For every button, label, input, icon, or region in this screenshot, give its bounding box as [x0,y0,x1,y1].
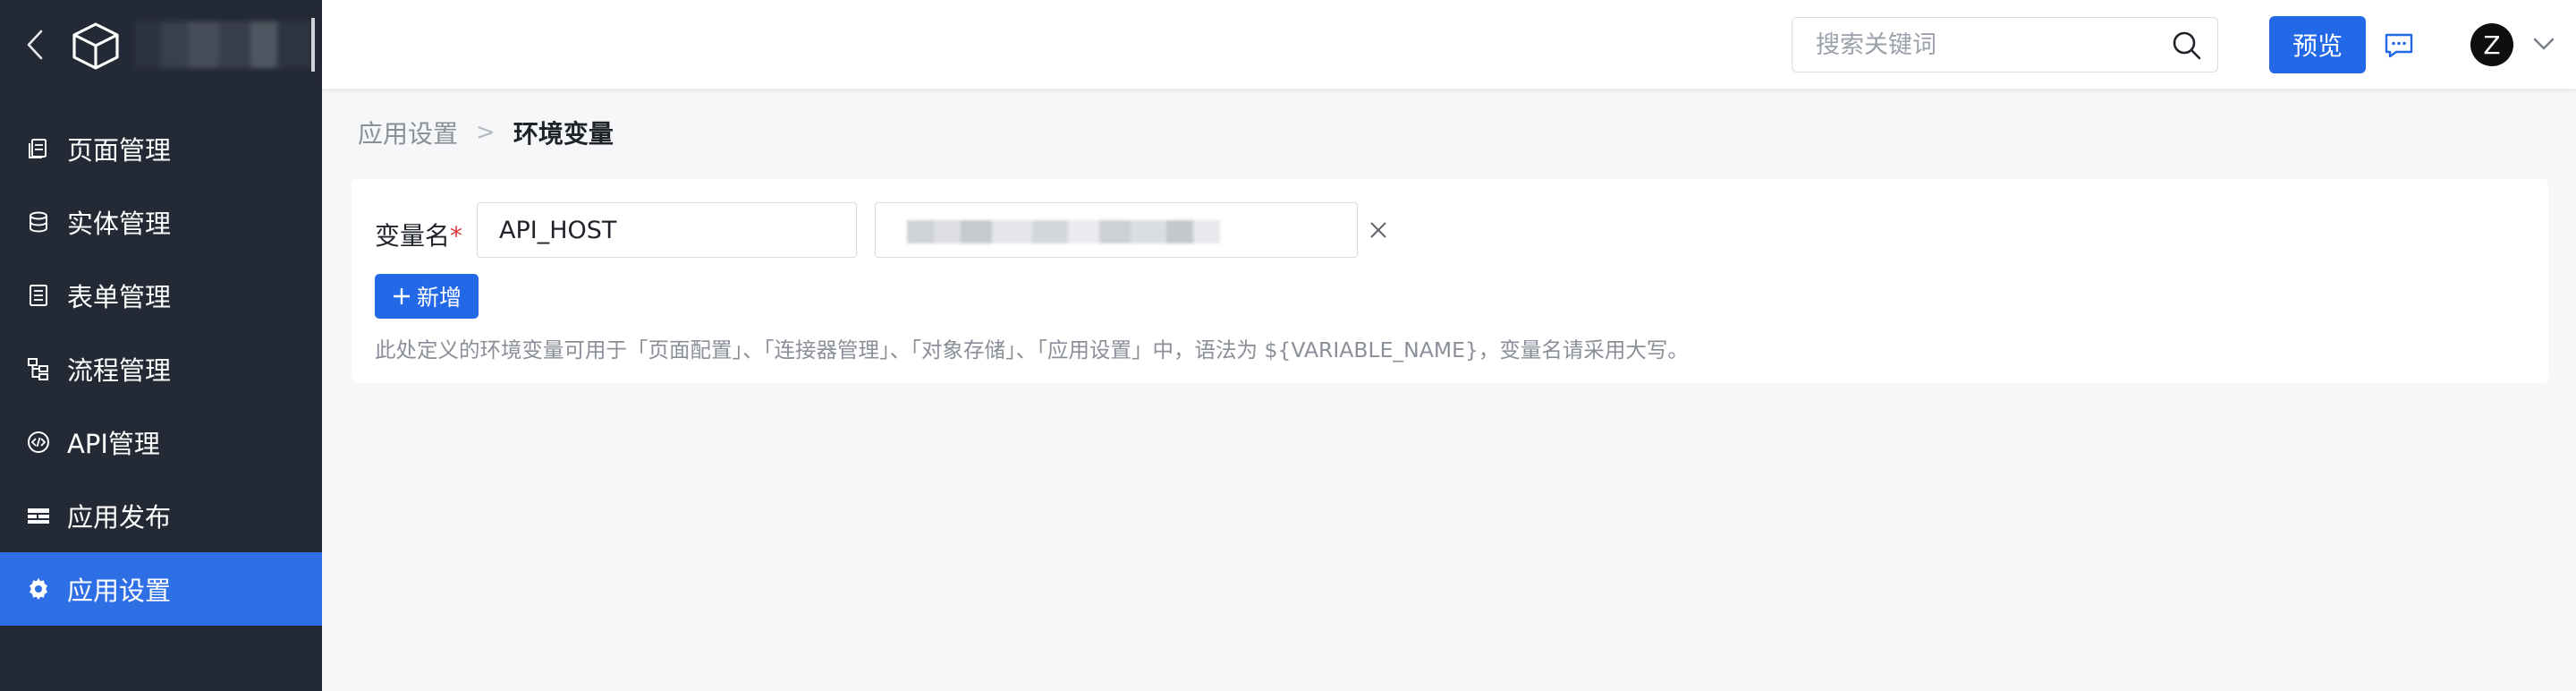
sidebar-item-label: 流程管理 [67,355,172,386]
sidebar-item-forms[interactable]: 表单管理 [0,259,322,332]
sidebar-item-settings[interactable]: 应用设置 [0,552,322,626]
sidebar-item-label: 实体管理 [67,209,172,239]
add-variable-button[interactable]: 新增 [375,274,479,319]
chevron-left-icon[interactable] [23,28,47,62]
breadcrumb-parent[interactable]: 应用设置 [358,115,458,150]
sidebar-menu: 页面管理 实体管理 表单管理 流程管理 API管理 应用发布 应用设置 [0,112,322,626]
form-icon [30,285,47,306]
sidebar-item-flows[interactable]: 流程管理 [0,332,322,405]
search-box [1792,17,2218,73]
top-header: 预览 Z [322,0,2576,90]
plus-icon [393,288,410,304]
pages-icon [29,139,47,158]
variable-name-label-text: 变量名 [375,221,451,251]
avatar[interactable]: Z [2470,23,2513,66]
app-name [134,21,313,68]
sidebar-header [0,0,322,90]
required-mark: * [450,221,463,251]
sidebar-item-label: 页面管理 [67,135,172,166]
sidebar-item-label: API管理 [67,429,160,459]
preview-button[interactable]: 预览 [2269,16,2366,73]
search-input[interactable] [1816,18,2156,72]
add-variable-label: 新增 [416,285,462,311]
env-variable-hint: 此处定义的环境变量可用于「页面配置」、「连接器管理」、「对象存储」、「应用设置」… [375,337,1689,363]
redacted-value [907,220,1220,243]
app-logo-icon [72,22,119,70]
search-icon[interactable] [2171,30,2203,62]
sidebar-item-api[interactable]: API管理 [0,405,322,479]
sidebar-header-divider [311,18,315,72]
breadcrumb-separator: > [476,119,496,146]
sidebar-item-label: 应用发布 [67,502,172,533]
api-icon [28,431,49,453]
chevron-down-icon[interactable] [2532,36,2555,52]
variable-name-label: 变量名* [375,217,462,252]
breadcrumb-current: 环境变量 [513,119,614,149]
gear-icon [30,578,47,600]
flow-icon [28,358,48,380]
sidebar-item-label: 应用设置 [67,576,172,606]
variable-value-input[interactable] [875,202,1358,258]
message-icon[interactable] [2384,32,2414,59]
sidebar-item-label: 表单管理 [67,282,172,312]
variable-name-input[interactable] [477,202,857,258]
sidebar-item-publish[interactable]: 应用发布 [0,479,322,552]
breadcrumb: 应用设置 > 环境变量 [358,115,614,150]
publish-icon [28,508,49,524]
sidebar-item-entities[interactable]: 实体管理 [0,185,322,259]
env-variables-card: 变量名* 新增 此处定义的环境变量可用于「页面配置」、「连接器管理」、「对象存储… [352,179,2548,383]
close-icon[interactable] [1368,219,1389,241]
sidebar: 页面管理 实体管理 表单管理 流程管理 API管理 应用发布 应用设置 [0,0,322,691]
sidebar-item-pages[interactable]: 页面管理 [0,112,322,185]
database-icon [30,211,47,233]
